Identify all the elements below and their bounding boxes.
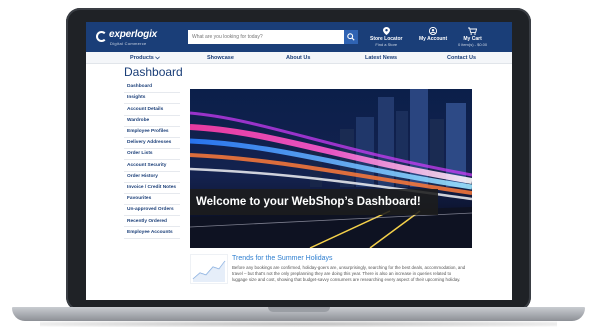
article-body: Before any bookings are confirmed, holid… xyxy=(232,265,466,282)
sidebar-item-account-details[interactable]: Account Details xyxy=(124,104,180,116)
my-cart-link[interactable]: My Cart 0 item(s) - $0.00 xyxy=(458,27,487,48)
search-input[interactable] xyxy=(188,30,344,44)
city-light-trails-image xyxy=(190,89,472,248)
location-pin-icon xyxy=(370,27,403,36)
nav-products[interactable]: Products xyxy=(130,55,161,61)
screen: experlogix Digital Commerce Store Locato… xyxy=(86,22,512,300)
nav-showcase[interactable]: Showcase xyxy=(207,55,234,61)
chevron-down-icon xyxy=(155,56,161,59)
laptop-notch xyxy=(268,307,330,312)
sidebar-item-account-security[interactable]: Account Security xyxy=(124,160,180,172)
sidebar-item-invoice-credit-notes[interactable]: Invoice / Credit Notes xyxy=(124,183,180,194)
sidebar-item-order-history[interactable]: Order History xyxy=(124,172,180,183)
sidebar-item-favourites[interactable]: Favourites xyxy=(124,194,180,206)
laptop-shadow xyxy=(40,321,557,327)
store-locator-link[interactable]: Store Locator Find a Store xyxy=(370,27,403,48)
hero-banner-image[interactable]: Welcome to your WebShop’s Dashboard! xyxy=(190,89,472,248)
nav-news[interactable]: Latest News xyxy=(365,55,397,61)
logo-mark-icon xyxy=(96,31,107,42)
article-title[interactable]: Trends for the Summer Holidays xyxy=(232,255,333,262)
sidebar-item-dashboard[interactable]: Dashboard xyxy=(124,82,180,94)
sidebar-item-wardrobe[interactable]: Wardrobe xyxy=(124,116,180,127)
sidebar-item-delivery-addresses[interactable]: Delivery Addresses xyxy=(124,138,180,150)
logo-text: experlogix xyxy=(109,29,158,40)
cart-icon xyxy=(458,27,487,36)
search-button[interactable] xyxy=(344,30,358,44)
site-header: experlogix Digital Commerce Store Locato… xyxy=(86,22,512,52)
store-locator-sub: Find a Store xyxy=(375,42,398,47)
sidebar-item-unapproved-orders[interactable]: Un-approved Orders xyxy=(124,205,180,217)
nav-products-label: Products xyxy=(130,55,154,61)
logo-subtitle: Digital Commerce xyxy=(110,41,147,46)
nav-about[interactable]: About Us xyxy=(286,55,310,61)
my-account-label: My Account xyxy=(419,36,448,42)
sidebar-item-employee-accounts[interactable]: Employee Accounts xyxy=(124,227,180,239)
hero-welcome-text: Welcome to your WebShop’s Dashboard! xyxy=(196,196,421,208)
sidebar: Dashboard Insights Account Details Wardr… xyxy=(124,82,180,239)
sidebar-item-insights[interactable]: Insights xyxy=(124,93,180,105)
main-nav: Products Showcase About Us Latest News C… xyxy=(86,52,512,64)
my-cart-summary: 0 item(s) - $0.00 xyxy=(458,42,488,47)
search-icon xyxy=(347,33,355,41)
my-account-link[interactable]: My Account xyxy=(419,26,448,42)
sidebar-item-order-lists[interactable]: Order Lists xyxy=(124,149,180,161)
user-icon xyxy=(419,26,447,36)
sidebar-item-employee-profiles[interactable]: Employee Profiles xyxy=(124,127,180,138)
page-title: Dashboard xyxy=(124,65,183,79)
nav-contact[interactable]: Contact Us xyxy=(447,55,476,61)
trend-chart-icon xyxy=(192,260,226,282)
hero-welcome-banner: Welcome to your WebShop’s Dashboard! xyxy=(190,189,438,215)
article-thumbnail[interactable] xyxy=(190,254,228,284)
sidebar-item-recently-ordered[interactable]: Recently Ordered xyxy=(124,216,180,228)
